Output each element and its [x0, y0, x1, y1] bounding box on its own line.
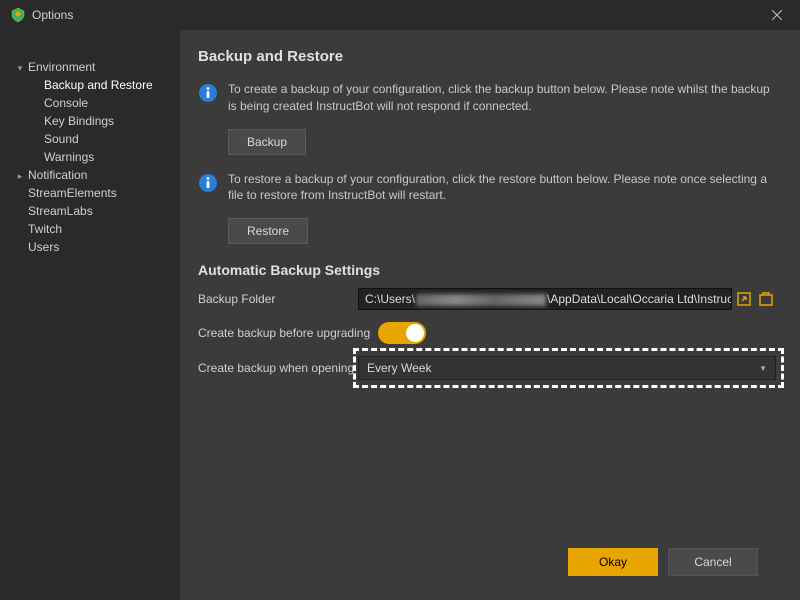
before-upgrade-label: Create backup before upgrading	[198, 326, 370, 340]
chevron-icon: ▾	[14, 63, 26, 74]
sidebar-item-label: Key Bindings	[44, 114, 114, 128]
sidebar-item-users[interactable]: Users	[8, 238, 172, 256]
backup-info-text: To create a backup of your configuration…	[228, 81, 776, 115]
sidebar-item-twitch[interactable]: Twitch	[8, 220, 172, 238]
before-upgrade-toggle[interactable]	[378, 322, 426, 344]
open-folder-button[interactable]	[734, 289, 754, 309]
sidebar-item-label: Notification	[28, 168, 87, 182]
info-icon	[198, 173, 218, 193]
when-opening-select[interactable]: Every Week ▼	[358, 356, 776, 380]
before-upgrade-row: Create backup before upgrading	[198, 322, 776, 344]
cancel-button[interactable]: Cancel	[668, 548, 758, 576]
backup-button[interactable]: Backup	[228, 129, 306, 155]
sidebar-item-streamelements[interactable]: StreamElements	[8, 184, 172, 202]
sidebar-item-streamlabs[interactable]: StreamLabs	[8, 202, 172, 220]
titlebar: Options	[0, 0, 800, 30]
backup-folder-label: Backup Folder	[198, 292, 358, 306]
close-button[interactable]	[764, 2, 790, 28]
restore-info-text: To restore a backup of your configuratio…	[228, 171, 776, 205]
sidebar-item-label: Environment	[28, 60, 95, 74]
backup-info-box: To create a backup of your configuration…	[198, 77, 776, 119]
when-opening-row: Create backup when opening Every Week ▼	[198, 356, 776, 380]
main-panel: Backup and Restore To create a backup of…	[180, 30, 800, 600]
sidebar-item-label: Warnings	[44, 150, 94, 164]
chevron-down-icon: ▼	[759, 364, 767, 373]
sidebar-item-label: StreamElements	[28, 186, 117, 200]
sidebar-item-notification[interactable]: ▸Notification	[8, 166, 172, 184]
sidebar-item-label: Twitch	[28, 222, 62, 236]
sidebar: ▾Environment Backup and Restore Console Key…	[0, 30, 180, 600]
browse-folder-button[interactable]	[756, 289, 776, 309]
sidebar-item-backup-and-restore[interactable]: Backup and Restore	[8, 76, 172, 94]
sidebar-item-environment[interactable]: ▾Environment	[8, 58, 172, 76]
sidebar-item-key-bindings[interactable]: Key Bindings	[8, 112, 172, 130]
window-title: Options	[32, 8, 73, 22]
info-icon	[198, 83, 218, 103]
sidebar-item-label: Backup and Restore	[44, 78, 153, 92]
okay-button[interactable]: Okay	[568, 548, 658, 576]
sidebar-item-sound[interactable]: Sound	[8, 130, 172, 148]
sidebar-item-console[interactable]: Console	[8, 94, 172, 112]
restore-info-box: To restore a backup of your configuratio…	[198, 167, 776, 209]
backup-folder-row: Backup Folder C:\Users\\AppData\Local\Oc…	[198, 288, 776, 310]
sidebar-item-label: Sound	[44, 132, 79, 146]
app-icon	[10, 7, 26, 23]
redacted-username	[416, 294, 546, 306]
sidebar-item-label: StreamLabs	[28, 204, 93, 218]
dialog-footer: Okay Cancel	[198, 538, 776, 590]
chevron-icon: ▸	[14, 171, 26, 182]
restore-button[interactable]: Restore	[228, 218, 308, 244]
backup-folder-input[interactable]: C:\Users\\AppData\Local\Occaria Ltd\Inst…	[358, 288, 732, 310]
auto-backup-section-title: Automatic Backup Settings	[198, 262, 776, 278]
sidebar-item-label: Users	[28, 240, 59, 254]
sidebar-item-warnings[interactable]: Warnings	[8, 148, 172, 166]
when-opening-label: Create backup when opening	[198, 361, 358, 375]
page-title: Backup and Restore	[198, 48, 776, 65]
sidebar-item-label: Console	[44, 96, 88, 110]
